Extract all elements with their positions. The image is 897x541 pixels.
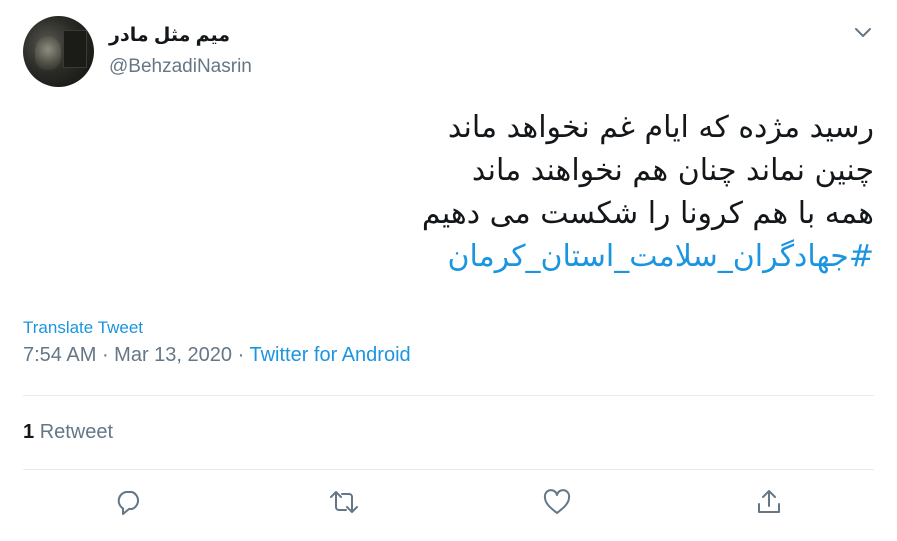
reply-button[interactable] bbox=[112, 487, 146, 521]
like-icon bbox=[542, 487, 572, 522]
divider bbox=[23, 395, 874, 396]
meta-separator: · bbox=[232, 344, 250, 366]
author-handle[interactable]: @BehzadiNasrin bbox=[109, 56, 252, 78]
retweet-stats[interactable]: 1 Retweet bbox=[23, 421, 113, 444]
avatar-poster bbox=[63, 30, 87, 68]
tweet-line: چنین نماند چنان هم نخواهند ماند bbox=[471, 153, 874, 188]
translate-tweet-link[interactable]: Translate Tweet bbox=[23, 318, 143, 338]
chevron-down-icon[interactable] bbox=[853, 25, 873, 41]
share-icon bbox=[754, 487, 784, 522]
author-display-name[interactable]: میم مثل مادر bbox=[109, 24, 230, 47]
tweet-meta: 7:54 AM · Mar 13, 2020 · Twitter for And… bbox=[23, 344, 411, 367]
retweet-stats-label: Retweet bbox=[39, 421, 114, 443]
retweet-icon bbox=[328, 487, 360, 522]
like-button[interactable] bbox=[540, 487, 574, 521]
tweet-line: رسید مژده که ایام غم نخواهد ماند bbox=[447, 110, 874, 145]
tweet-line: همه با هم کرونا را شکست می دهیم bbox=[421, 196, 874, 231]
avatar-face bbox=[35, 36, 61, 70]
reply-icon bbox=[114, 487, 144, 522]
share-button[interactable] bbox=[752, 487, 786, 521]
meta-separator: · bbox=[96, 344, 115, 366]
tweet-date[interactable]: Mar 13, 2020 bbox=[114, 344, 232, 366]
author-avatar[interactable] bbox=[23, 16, 94, 87]
divider bbox=[23, 469, 874, 470]
tweet-time[interactable]: 7:54 AM bbox=[23, 344, 96, 366]
retweet-count: 1 bbox=[23, 421, 35, 443]
retweet-button[interactable] bbox=[327, 487, 361, 521]
tweet-text: رسید مژده که ایام غم نخواهد ماند چنین نم… bbox=[114, 106, 874, 278]
tweet-source-link[interactable]: Twitter for Android bbox=[249, 344, 410, 366]
hashtag-link[interactable]: #جهادگران_سلامت_استان_کرمان bbox=[114, 235, 874, 278]
